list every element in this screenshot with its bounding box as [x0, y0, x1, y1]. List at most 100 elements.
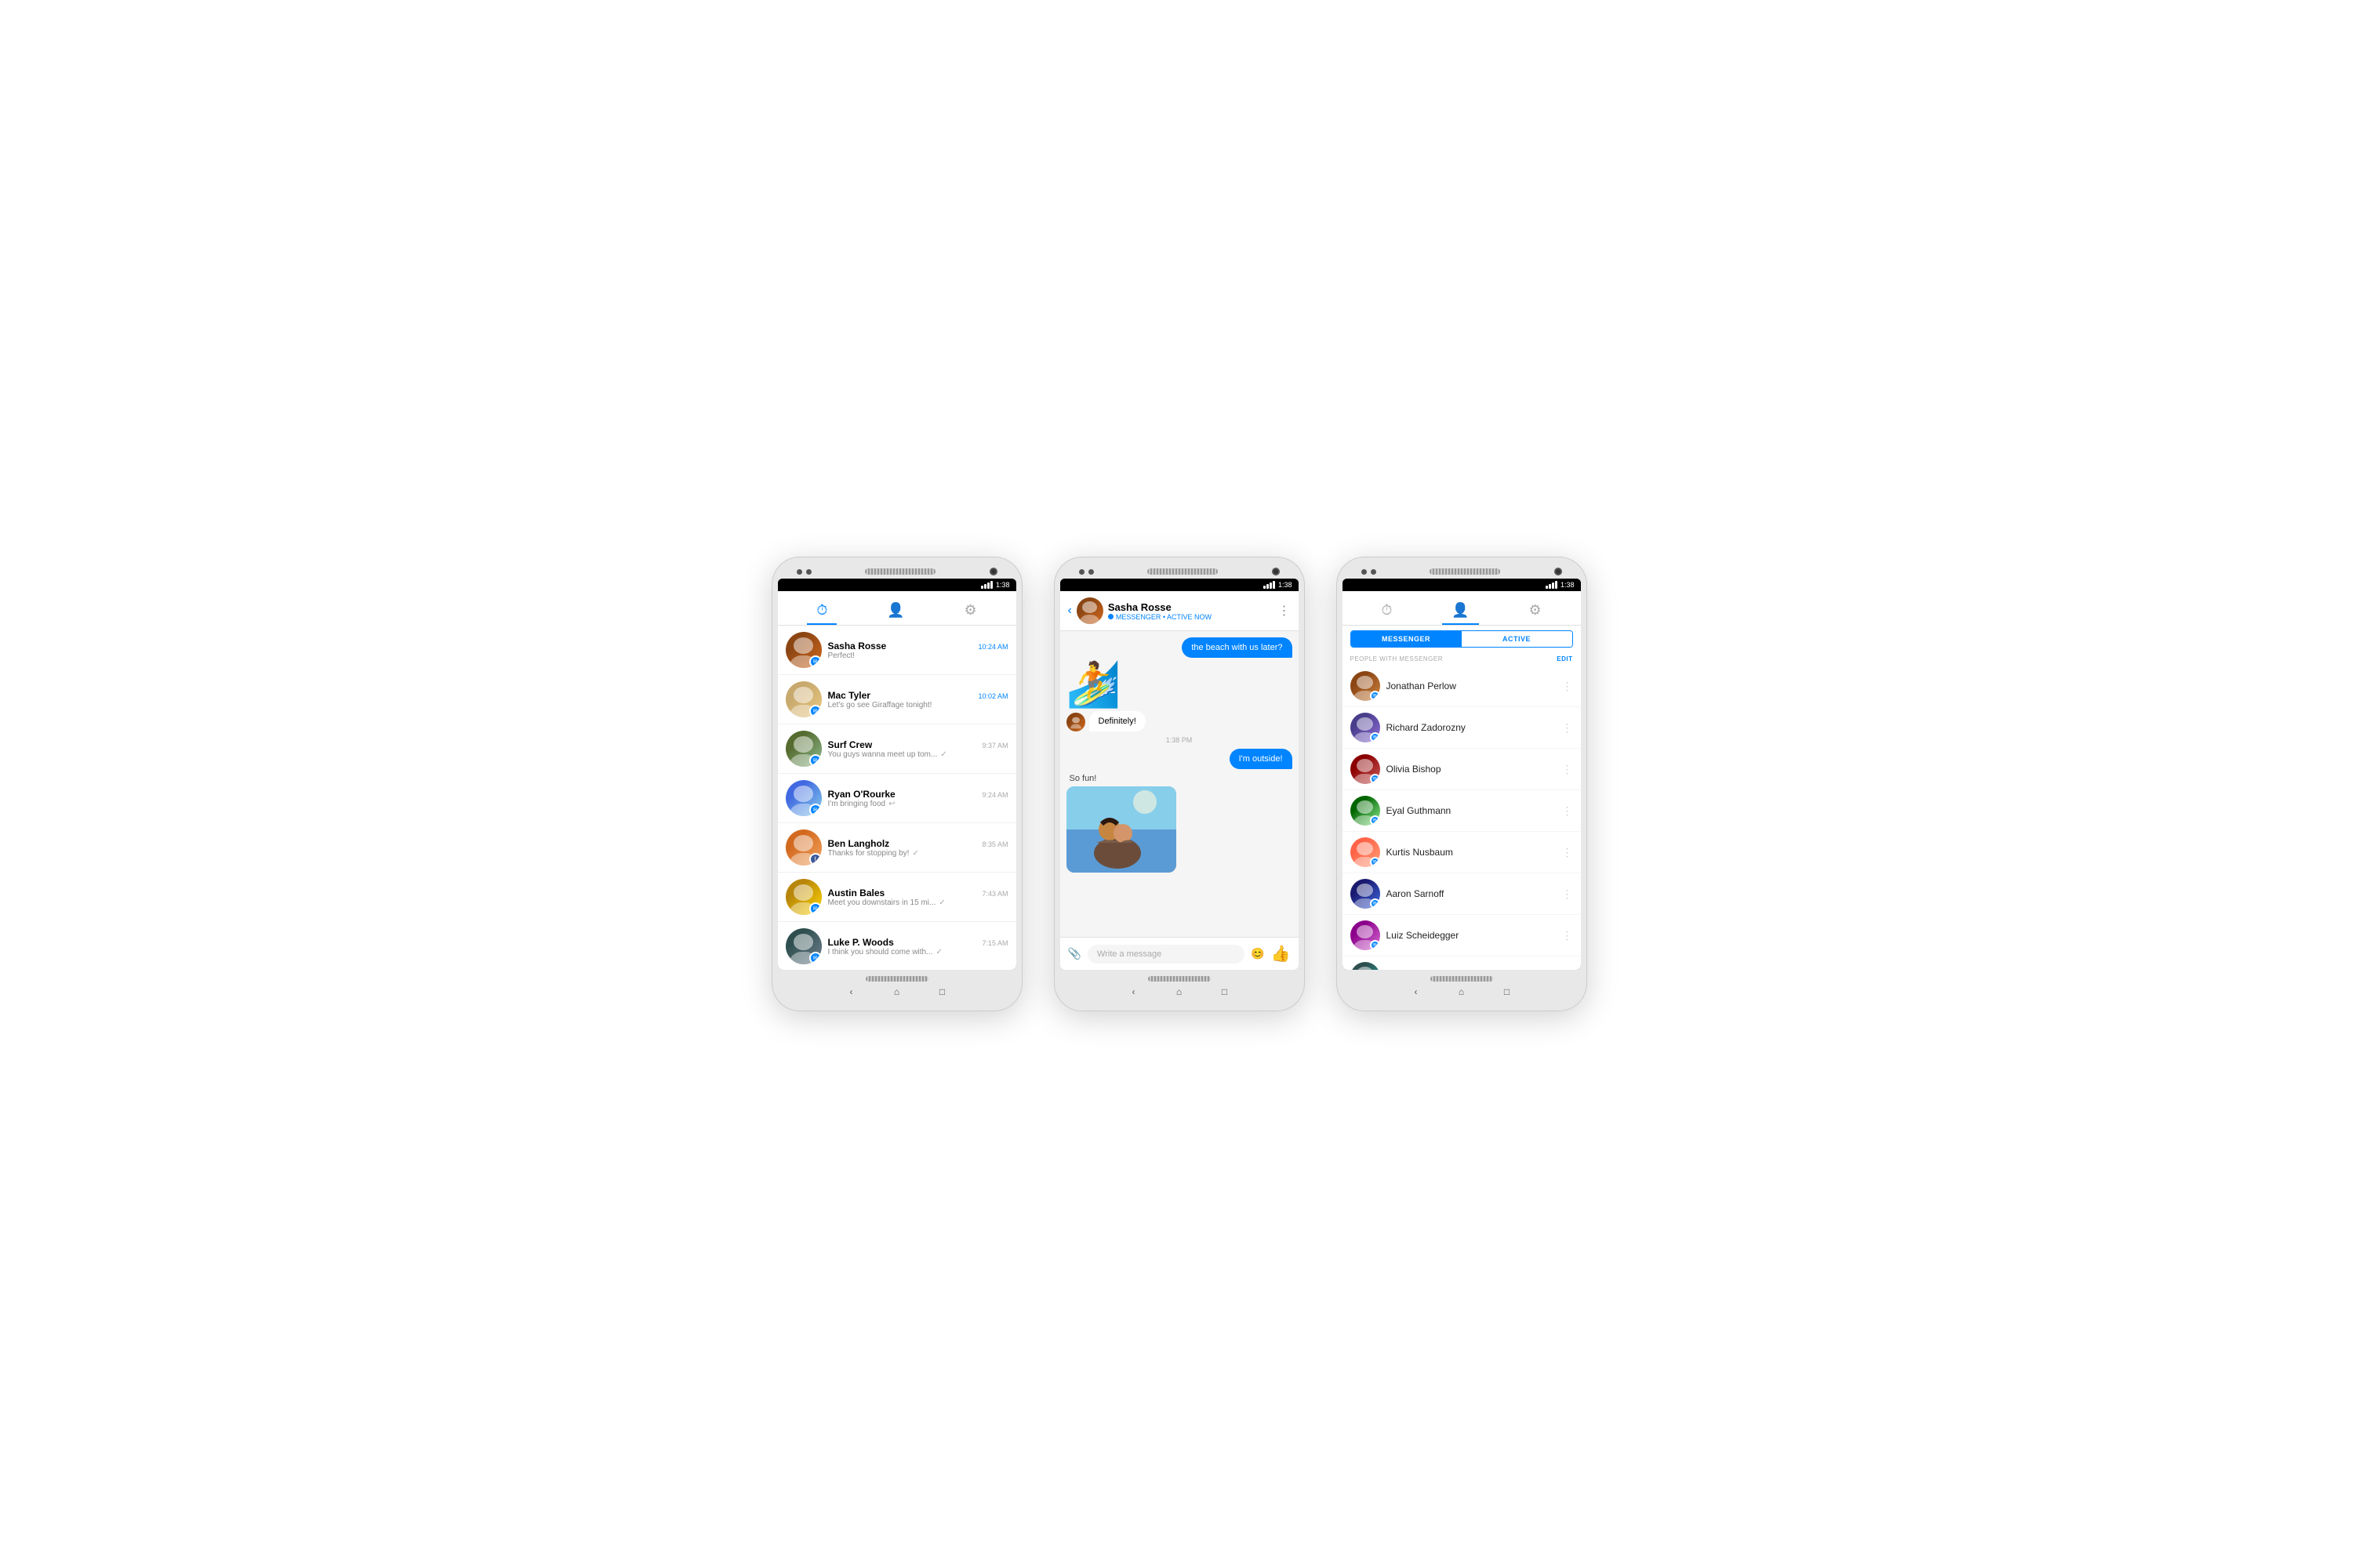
people-item-andrew[interactable]: ✉ Andrew Munn ⋮: [1342, 956, 1581, 970]
people-item-kurtis[interactable]: ✉ Kurtis Nusbaum ⋮: [1342, 832, 1581, 873]
status-time-1: 1:38: [996, 581, 1010, 589]
phone-screen-3: 1:38 ⏱ 👤 ⚙ MESSENGER ACTIVE PEOPLE WITH …: [1342, 579, 1581, 970]
msg-preview-surf: You guys wanna meet up tom... ✓: [828, 750, 1008, 759]
badge-sasha: ✉: [809, 655, 822, 668]
edit-label[interactable]: EDIT: [1557, 655, 1572, 662]
avatar-jonathan: ✉: [1350, 671, 1380, 701]
badge-luiz: ✉: [1370, 940, 1380, 950]
msg-content-surf: Surf Crew 9:37 AM You guys wanna meet up…: [828, 739, 1008, 759]
msg-item-ben[interactable]: f Ben Langholz 8:35 AM Thanks for stoppi…: [778, 823, 1016, 873]
people-tab-settings[interactable]: ⚙: [1519, 597, 1550, 625]
home-btn-1[interactable]: ⌂: [890, 985, 904, 999]
back-btn-1[interactable]: ‹: [845, 985, 859, 999]
dot-1: [797, 569, 802, 575]
phone-top-2: [1060, 563, 1299, 579]
back-btn-2[interactable]: ‹: [1127, 985, 1141, 999]
people-item-olivia[interactable]: ✉ Olivia Bishop ⋮: [1342, 749, 1581, 790]
msg-time-mac: 10:02 AM: [978, 692, 1008, 700]
avatar-sasha: ✉: [786, 632, 822, 668]
badge-luke: ✉: [809, 952, 822, 964]
msg-item-mac[interactable]: ✉ Mac Tyler 10:02 AM Let's go see Giraff…: [778, 675, 1016, 724]
phone-1: 1:38 ⏱ 👤 ⚙ ✉: [772, 557, 1023, 1011]
home-btn-2[interactable]: ⌂: [1172, 985, 1186, 999]
avatar-eyal: ✉: [1350, 796, 1380, 826]
dot-3: [1079, 569, 1085, 575]
msg-name-mac: Mac Tyler: [828, 690, 870, 701]
phone-screen-2: 1:38 ‹ Sasha Rosse MESSENGER • ACTIVE NO…: [1060, 579, 1299, 970]
chat-header: ‹ Sasha Rosse MESSENGER • ACTIVE NOW ⋮: [1060, 591, 1299, 631]
more-eyal[interactable]: ⋮: [1562, 804, 1573, 818]
phone-camera-2: [1272, 568, 1280, 575]
dot-2: [806, 569, 812, 575]
home-btn-3[interactable]: ⌂: [1455, 985, 1469, 999]
msg-content-mac: Mac Tyler 10:02 AM Let's go see Giraffag…: [828, 690, 1008, 710]
tab-people[interactable]: 👤: [877, 597, 914, 625]
dot-5: [1361, 569, 1367, 575]
chat-status: MESSENGER • ACTIVE NOW: [1108, 613, 1273, 621]
recents-btn-2[interactable]: □: [1218, 985, 1232, 999]
msg-header: ⏱ 👤 ⚙: [778, 591, 1016, 626]
phone-dots-1: [797, 569, 812, 575]
dot-6: [1371, 569, 1376, 575]
people-item-jonathan[interactable]: ✉ Jonathan Perlow ⋮: [1342, 666, 1581, 707]
beach-photo: [1066, 786, 1176, 873]
msg-time-ben: 8:35 AM: [982, 840, 1008, 848]
back-btn-3[interactable]: ‹: [1409, 985, 1423, 999]
more-luiz[interactable]: ⋮: [1562, 929, 1573, 942]
bar6: [1266, 584, 1269, 589]
bar12: [1555, 581, 1557, 589]
msg-time-luke: 7:15 AM: [982, 939, 1008, 947]
more-richard[interactable]: ⋮: [1562, 721, 1573, 735]
avatar-luke: ✉: [786, 928, 822, 964]
people-tab-people[interactable]: 👤: [1442, 597, 1478, 625]
more-olivia[interactable]: ⋮: [1562, 763, 1573, 776]
image-message: So fun!: [1066, 774, 1176, 873]
msg-item-ryan[interactable]: ✉ Ryan O'Rourke 9:24 AM I'm bringing foo…: [778, 774, 1016, 823]
msg-content-ryan: Ryan O'Rourke 9:24 AM I'm bringing food …: [828, 789, 1008, 808]
attach-icon[interactable]: 📎: [1068, 947, 1081, 960]
phone-screen-1: 1:38 ⏱ 👤 ⚙ ✉: [778, 579, 1016, 970]
msg-item-austin[interactable]: ✉ Austin Bales 7:43 AM Meet you downstai…: [778, 873, 1016, 922]
bar7: [1270, 583, 1272, 589]
phone-bottom-1: [778, 970, 1016, 985]
people-item-richard[interactable]: ✉ Richard Zadorozny ⋮: [1342, 707, 1581, 749]
avatar-richard: ✉: [1350, 713, 1380, 742]
msg-item-luke[interactable]: ✉ Luke P. Woods 7:15 AM I think you shou…: [778, 922, 1016, 970]
more-kurtis[interactable]: ⋮: [1562, 846, 1573, 859]
badge-aaron: ✉: [1370, 898, 1380, 909]
tab-settings[interactable]: ⚙: [954, 597, 986, 625]
toggle-messenger[interactable]: MESSENGER: [1351, 631, 1462, 647]
avatar-ryan: ✉: [786, 780, 822, 816]
msg-time-ryan: 9:24 AM: [982, 791, 1008, 799]
name-richard: Richard Zadorozny: [1386, 722, 1556, 733]
msg-list: ✉ Sasha Rosse 10:24 AM Perfect!: [778, 626, 1016, 970]
recents-btn-1[interactable]: □: [936, 985, 950, 999]
people-tab-recent[interactable]: ⏱: [1372, 597, 1401, 625]
chat-back-btn[interactable]: ‹: [1068, 604, 1072, 618]
tab-recent[interactable]: ⏱: [807, 597, 837, 625]
more-aaron[interactable]: ⋮: [1562, 887, 1573, 901]
chat-user-info: Sasha Rosse MESSENGER • ACTIVE NOW: [1108, 601, 1273, 621]
phone-speaker-1: [865, 568, 936, 575]
chat-more-btn[interactable]: ⋮: [1278, 603, 1291, 619]
recents-btn-3[interactable]: □: [1500, 985, 1514, 999]
toggle-active[interactable]: ACTIVE: [1462, 631, 1572, 647]
bar9: [1546, 586, 1548, 589]
more-jonathan[interactable]: ⋮: [1562, 680, 1573, 693]
chat-mini-avatar: [1066, 713, 1085, 731]
msg-item-surf[interactable]: ✉ Surf Crew 9:37 AM You guys wanna meet …: [778, 724, 1016, 774]
msg-name-austin: Austin Bales: [828, 887, 885, 898]
emoji-icon[interactable]: 😊: [1251, 947, 1264, 960]
avatar-ben: f: [786, 829, 822, 866]
people-item-aaron[interactable]: ✉ Aaron Sarnoff ⋮: [1342, 873, 1581, 915]
msg-item-sasha[interactable]: ✉ Sasha Rosse 10:24 AM Perfect!: [778, 626, 1016, 675]
so-fun-text: So fun!: [1070, 774, 1176, 783]
bubble-definitely-row: Definitely!: [1066, 711, 1292, 731]
phone-dots-3: [1361, 569, 1376, 575]
people-item-eyal[interactable]: ✉ Eyal Guthmann ⋮: [1342, 790, 1581, 832]
like-icon[interactable]: 👍: [1271, 944, 1291, 964]
message-input[interactable]: Write a message: [1088, 945, 1244, 964]
badge-austin: ✉: [809, 902, 822, 915]
bar10: [1549, 584, 1551, 589]
people-item-luiz[interactable]: ✉ Luiz Scheidegger ⋮: [1342, 915, 1581, 956]
